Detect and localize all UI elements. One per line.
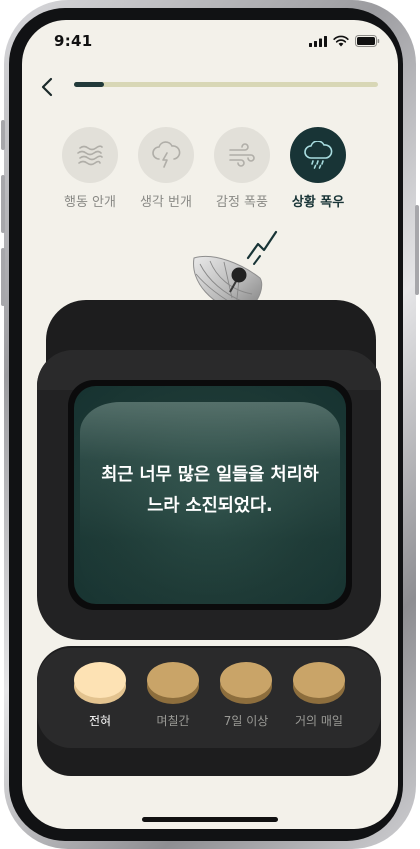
app-screen: 9:41 행동 안개 생각 번개 감정 폭풍 상황 폭우 최근 너무 많은 일들… xyxy=(22,20,398,829)
battery-icon xyxy=(355,35,380,47)
answer-option-never[interactable]: 전혀 xyxy=(70,662,130,729)
category-fog-label: 행동 안개 xyxy=(64,195,116,210)
answer-coin xyxy=(74,662,126,704)
category-rain-circle xyxy=(290,127,346,183)
category-wind[interactable]: 감정 폭풍 xyxy=(207,127,277,210)
status-time: 9:41 xyxy=(54,32,93,50)
answer-label: 7일 이상 xyxy=(223,714,269,728)
category-rain-label: 상황 폭우 xyxy=(291,195,345,210)
category-fog-circle xyxy=(62,127,118,183)
lightning-icon xyxy=(152,141,181,168)
category-wind-circle xyxy=(214,127,270,183)
category-lightning-label: 생각 번개 xyxy=(140,195,192,210)
volume-up-button xyxy=(1,175,5,233)
power-button xyxy=(415,205,419,295)
fog-icon xyxy=(77,145,103,166)
coin-face xyxy=(147,662,199,698)
wind-icon xyxy=(229,143,255,167)
answer-option-nearly-every-day[interactable]: 거의 매일 xyxy=(289,662,349,729)
answer-option-several-days[interactable]: 며칠간 xyxy=(143,662,203,729)
coin-face xyxy=(220,662,272,698)
category-lightning[interactable]: 생각 번개 xyxy=(131,127,201,210)
progress-bar xyxy=(74,82,378,87)
home-indicator[interactable] xyxy=(142,817,278,822)
answer-coin xyxy=(293,662,345,704)
answer-coin xyxy=(147,662,199,704)
category-wind-label: 감정 폭풍 xyxy=(216,195,268,210)
question-text: 최근 너무 많은 일들을 처리하느라 소진되었다. xyxy=(101,465,319,516)
wifi-icon xyxy=(333,35,349,47)
answer-coin xyxy=(220,662,272,704)
answer-label: 며칠간 xyxy=(156,714,190,728)
volume-down-button xyxy=(1,248,5,306)
category-lightning-circle xyxy=(138,127,194,183)
category-tabs: 행동 안개 생각 번개 감정 폭풍 상황 폭우 xyxy=(62,127,362,217)
answer-label: 전혀 xyxy=(88,714,112,728)
answer-label: 거의 매일 xyxy=(295,714,343,728)
category-rain[interactable]: 상황 폭우 xyxy=(283,127,353,210)
signal-icon xyxy=(309,35,327,47)
status-icons xyxy=(309,35,380,47)
status-bar: 9:41 xyxy=(22,20,398,64)
coin-face xyxy=(74,662,126,698)
chevron-left-icon xyxy=(41,77,53,97)
coin-face xyxy=(293,662,345,698)
category-fog[interactable]: 행동 안개 xyxy=(55,127,125,210)
rain-icon xyxy=(304,141,333,169)
answer-option-over-7-days[interactable]: 7일 이상 xyxy=(216,662,276,729)
silent-switch xyxy=(1,120,5,150)
back-button[interactable] xyxy=(34,72,60,102)
progress-fill xyxy=(74,82,105,87)
